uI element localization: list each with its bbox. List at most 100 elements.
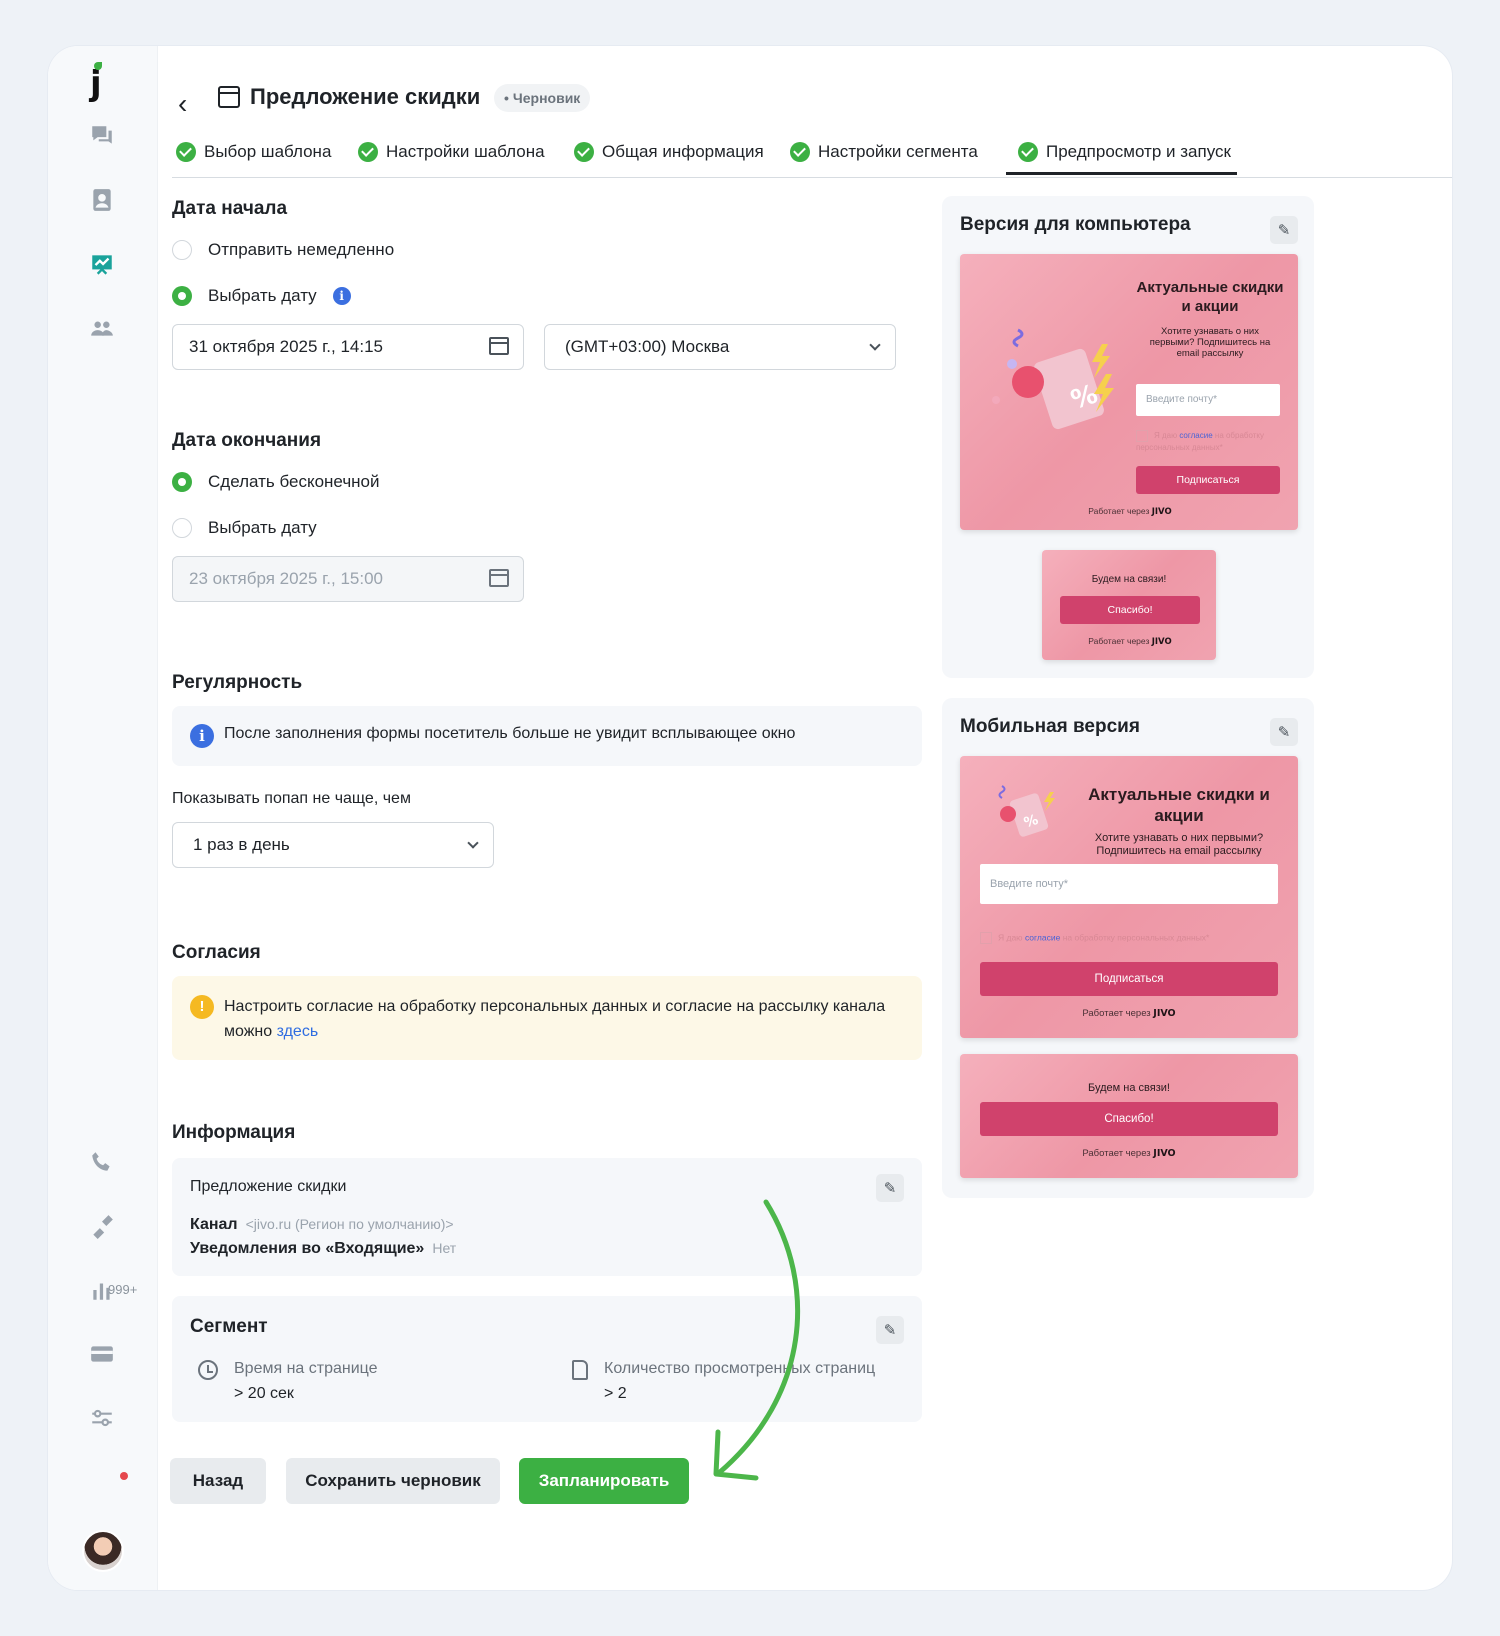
page-icon (572, 1360, 588, 1380)
analytics-icon[interactable] (88, 1276, 116, 1304)
status-badge: Черновик (494, 84, 591, 112)
popup-window-icon (218, 86, 240, 108)
jivo-logo[interactable]: j (90, 62, 102, 104)
consents-settings-link[interactable]: здесь (277, 1023, 319, 1040)
channel-row: Канал <jivo.ru (Регион по умолчанию)> (190, 1216, 454, 1233)
thanks-button[interactable]: Спасибо! (1060, 596, 1200, 624)
pencil-icon: ✎ (883, 1180, 897, 1197)
end-choose-date-option[interactable]: Выбрать дату (172, 518, 317, 538)
save-draft-button[interactable]: Сохранить черновик (286, 1458, 500, 1504)
regularity-heading: Регулярность (172, 672, 303, 693)
popup-consent-checkbox[interactable]: Я даю согласие на обработку персональных… (980, 932, 1280, 944)
mobile-preview-panel: Мобильная версия ✎ % Актуальные скидки и… (942, 698, 1314, 1198)
check-icon (176, 142, 196, 162)
popup-subscribe-button[interactable]: Подписаться (1136, 466, 1280, 494)
settings-alert-dot (120, 1472, 128, 1480)
segment-heading: Сегмент (190, 1316, 268, 1337)
edit-info-button[interactable]: ✎ (876, 1174, 904, 1202)
desktop-thanks-preview: Будем на связи! Спасибо! Работает через … (1042, 550, 1216, 660)
wizard-steps: Выбор шаблона Настройки шаблона Общая ин… (172, 132, 1452, 178)
step-preview-launch[interactable]: Предпросмотр и запуск (1006, 142, 1237, 175)
pencil-icon: ✎ (1277, 724, 1291, 741)
popup-consent-checkbox[interactable]: Я даю согласие на обработку персональных… (1136, 430, 1294, 453)
popup-subscribe-button[interactable]: Подписаться (980, 962, 1278, 996)
pencil-icon: ✎ (1277, 222, 1291, 239)
end-infinite-option[interactable]: Сделать бесконечной (172, 472, 380, 492)
mobile-popup-preview: % Актуальные скидки и акции Хотите узнав… (960, 756, 1298, 1038)
inbox-notifications-row: Уведомления во «Входящие» Нет (190, 1240, 457, 1257)
thanks-powered-by: Работает через JIVO (1082, 1148, 1176, 1159)
frequency-label: Показывать попап не чаще, чем (172, 790, 411, 807)
regularity-info-note: i После заполнения формы посетитель больш… (172, 706, 922, 766)
radio-button[interactable] (172, 240, 192, 260)
calendar-icon[interactable] (489, 569, 509, 587)
chevron-down-icon (467, 837, 479, 849)
back-arrow-icon[interactable]: ‹ (178, 88, 187, 120)
step-segment-settings[interactable]: Настройки сегмента (790, 142, 978, 162)
start-choose-date-option[interactable]: Выбрать дату i (172, 286, 351, 306)
desktop-preview-panel: Версия для компьютера ✎ % Актуальные ски… (942, 196, 1314, 678)
check-icon (790, 142, 810, 162)
start-now-option[interactable]: Отправить немедленно (172, 240, 394, 260)
phone-icon[interactable] (88, 1148, 116, 1176)
page-title: Предложение скидки (250, 84, 481, 109)
calendar-icon[interactable] (489, 337, 509, 355)
settings-icon[interactable] (88, 1404, 116, 1432)
thanks-button[interactable]: Спасибо! (980, 1102, 1278, 1136)
timezone-select[interactable]: (GMT+03:00) Москва (544, 324, 896, 370)
avatar[interactable] (82, 1530, 124, 1572)
end-date-input[interactable]: 23 октября 2025 г., 15:00 (172, 556, 524, 602)
sidebar: j 999+ (48, 46, 158, 1590)
step-template-choice[interactable]: Выбор шаблона (176, 142, 331, 162)
frequency-select[interactable]: 1 раз в день (172, 822, 494, 868)
edit-desktop-preview-button[interactable]: ✎ (1270, 216, 1298, 244)
radio-button[interactable] (172, 518, 192, 538)
back-button[interactable]: Назад (170, 1458, 266, 1504)
team-icon[interactable] (88, 314, 116, 342)
start-date-input[interactable]: 31 октября 2025 г., 14:15 (172, 324, 524, 370)
popup-heading: Актуальные скидки и акции (1136, 279, 1284, 315)
pencil-icon: ✎ (883, 1322, 897, 1339)
radio-button-selected[interactable] (172, 472, 192, 492)
check-icon (358, 142, 378, 162)
clock-icon (198, 1360, 218, 1380)
popup-text: Хотите узнавать о них первыми? Подпишите… (1094, 832, 1264, 857)
popup-email-input[interactable]: Введите почту* (1136, 384, 1280, 416)
desktop-preview-title: Версия для компьютера (960, 214, 1191, 235)
info-icon: i (190, 724, 214, 748)
popup-email-input[interactable]: Введите почту* (980, 864, 1278, 904)
thanks-heading: Будем на связи! (1088, 1082, 1170, 1094)
mobile-thanks-preview: Будем на связи! Спасибо! Работает через … (960, 1054, 1298, 1178)
desktop-popup-preview: % Актуальные скидки и акции Хотите узнав… (960, 254, 1298, 530)
segment-time-on-page: Время на странице > 20 сек (198, 1356, 378, 1406)
popup-text: Хотите узнавать о них первыми? Подпишите… (1149, 326, 1271, 359)
start-date-heading: Дата начала (172, 198, 288, 219)
check-icon (1018, 142, 1038, 162)
app-window: j 999+ ‹ Предложение скидки • Черновик В… (48, 46, 1452, 1590)
popup-powered-by: Работает через JIVO (1088, 506, 1172, 517)
integrations-icon[interactable] (88, 1212, 116, 1240)
chats-icon[interactable] (88, 122, 116, 150)
thanks-powered-by: Работает через JIVO (1088, 636, 1172, 647)
end-date-heading: Дата окончания (172, 430, 322, 451)
check-icon (574, 142, 594, 162)
billing-icon[interactable] (88, 1340, 116, 1368)
warning-icon: ! (190, 995, 214, 1019)
discount-gift-illustration: % (998, 785, 1055, 837)
radio-button-selected[interactable] (172, 286, 192, 306)
step-general-info[interactable]: Общая информация (574, 142, 764, 162)
campaign-name: Предложение скидки (190, 1178, 347, 1195)
consents-heading: Согласия (172, 942, 261, 963)
annotation-arrow (713, 1199, 801, 1481)
schedule-button[interactable]: Запланировать (519, 1458, 689, 1504)
edit-mobile-preview-button[interactable]: ✎ (1270, 718, 1298, 746)
contacts-icon[interactable] (88, 186, 116, 214)
consents-warning-note: ! Настроить согласие на обработку персона… (172, 976, 922, 1060)
info-icon[interactable]: i (332, 287, 351, 305)
popup-powered-by: Работает через JIVO (1082, 1008, 1176, 1019)
edit-segment-button[interactable]: ✎ (876, 1316, 904, 1344)
discount-gift-illustration: % (992, 328, 1114, 430)
campaigns-icon[interactable] (88, 250, 116, 278)
thanks-heading: Будем на связи! (1091, 574, 1167, 585)
step-template-settings[interactable]: Настройки шаблона (358, 142, 545, 162)
